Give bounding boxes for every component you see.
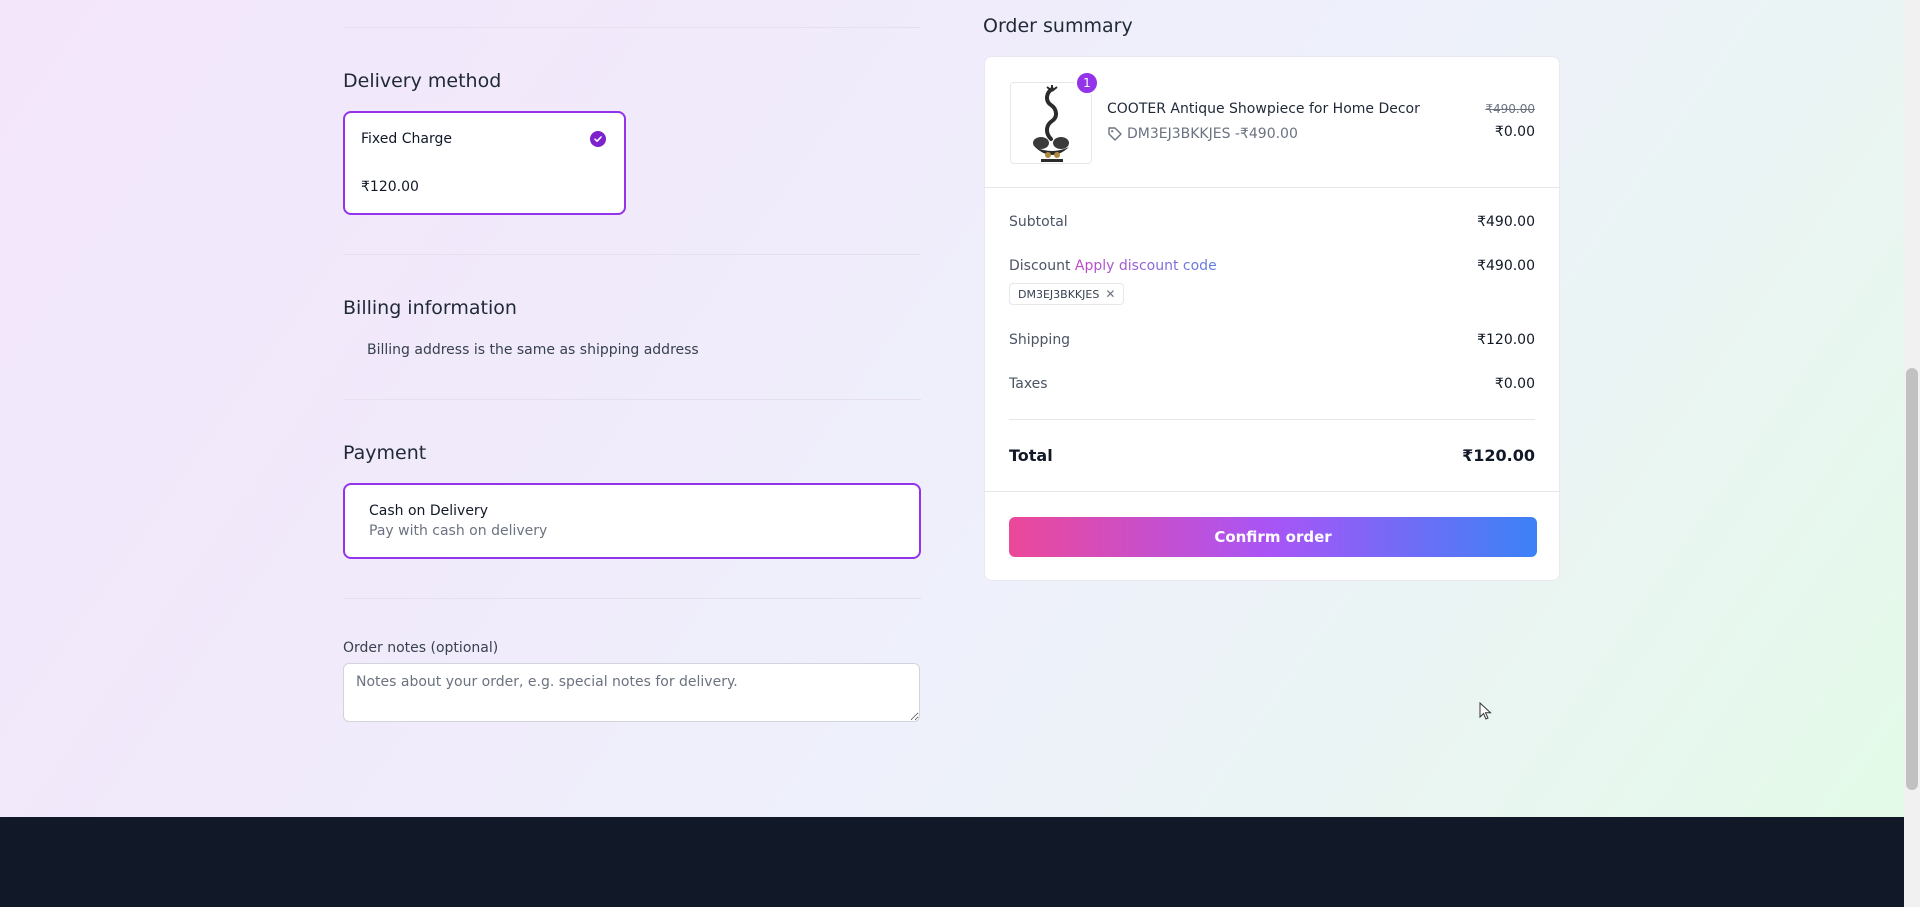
payment-title: Payment: [343, 442, 427, 464]
section-divider: [343, 27, 921, 28]
payment-option-name: Cash on Delivery: [369, 503, 488, 519]
delivery-option-fixed-charge[interactable]: Fixed Charge ₹120.00: [343, 111, 626, 215]
payment-option-cash-on-delivery[interactable]: Cash on Delivery Pay with cash on delive…: [343, 483, 921, 559]
site-footer: [0, 817, 1904, 907]
product-thumbnail[interactable]: [1010, 82, 1092, 164]
subtotal-value: ₹490.00: [1477, 214, 1535, 230]
total-label: Total: [1009, 446, 1053, 465]
discount-row: Discount Apply discount code: [1009, 258, 1217, 274]
order-summary-card: 1 COOTER Antique Showpiece for Home Deco…: [984, 56, 1560, 581]
discount-code-text: DM3EJ3BKKJES: [1018, 287, 1100, 301]
discount-value: ₹490.00: [1477, 258, 1535, 274]
summary-divider: [985, 491, 1559, 492]
scrollbar-thumb[interactable]: [1906, 368, 1918, 790]
section-divider: [343, 598, 921, 599]
discount-code-chip: DM3EJ3BKKJES ✕: [1009, 283, 1125, 305]
tag-icon: [1108, 127, 1122, 141]
order-summary-title: Order summary: [983, 15, 1133, 37]
subtotal-label: Subtotal: [1009, 214, 1068, 230]
order-notes-input[interactable]: [343, 663, 920, 722]
summary-divider: [985, 187, 1559, 188]
section-divider: [343, 399, 921, 400]
shipping-label: Shipping: [1009, 332, 1071, 348]
apply-discount-link[interactable]: Apply discount code: [1075, 258, 1217, 274]
product-price: ₹0.00: [1494, 124, 1535, 140]
discount-label: Discount: [1009, 258, 1071, 274]
payment-option-description: Pay with cash on delivery: [369, 523, 548, 539]
delivery-method-title: Delivery method: [343, 70, 502, 92]
close-icon[interactable]: ✕: [1105, 287, 1115, 301]
taxes-label: Taxes: [1009, 376, 1048, 392]
section-divider: [343, 254, 921, 255]
apply-discount-link-text: Apply discount code: [1074, 258, 1217, 274]
billing-same-as-shipping[interactable]: Billing address is the same as shipping …: [343, 340, 699, 360]
summary-divider: [1009, 419, 1535, 420]
taxes-value: ₹0.00: [1494, 376, 1535, 392]
page-scrollbar[interactable]: [1904, 0, 1920, 907]
billing-same-checkbox[interactable]: [343, 343, 357, 357]
product-discount-text: DM3EJ3BKKJES -₹490.00: [1127, 126, 1298, 142]
product-discount-line: DM3EJ3BKKJES -₹490.00: [1107, 126, 1298, 142]
product-original-price: ₹490.00: [1485, 102, 1535, 116]
delivery-option-price: ₹120.00: [361, 179, 419, 195]
billing-same-label: Billing address is the same as shipping …: [367, 342, 699, 358]
delivery-option-name: Fixed Charge: [361, 131, 452, 147]
order-notes-label: Order notes (optional): [343, 640, 499, 656]
shipping-value: ₹120.00: [1477, 332, 1535, 348]
product-image-icon: [1011, 83, 1091, 163]
checkout-page: Delivery method Fixed Charge ₹120.00 Bil…: [0, 0, 1904, 817]
quantity-badge: 1: [1075, 71, 1099, 95]
check-circle-icon: [590, 131, 606, 147]
confirm-order-button[interactable]: Confirm order: [1009, 517, 1537, 557]
total-value: ₹120.00: [1462, 446, 1535, 465]
mouse-cursor-icon: [1479, 702, 1492, 720]
product-name[interactable]: COOTER Antique Showpiece for Home Decor: [1107, 101, 1420, 117]
billing-information-title: Billing information: [343, 297, 517, 319]
